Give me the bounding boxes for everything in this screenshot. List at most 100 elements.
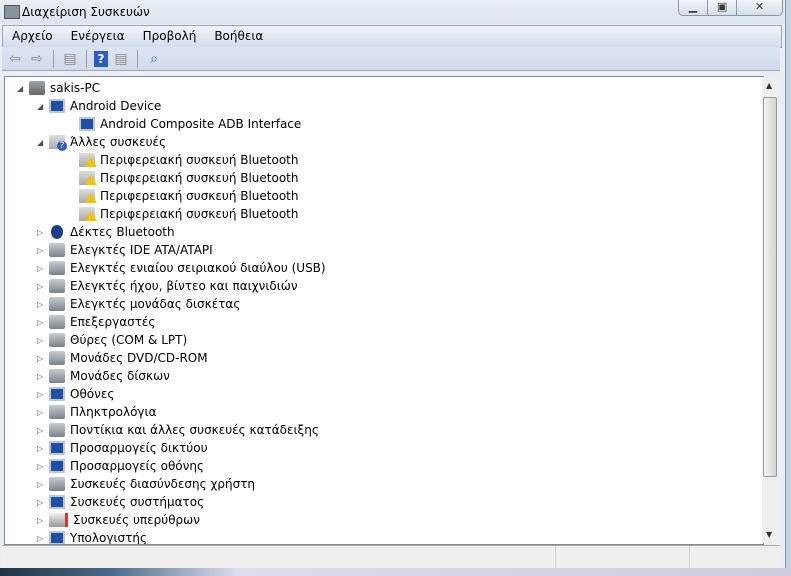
tree-item[interactable]: ▷ Ποντίκια και άλλες συσκευές κατάδειξης [37,421,319,439]
mon-device-icon [49,387,65,401]
forward-icon[interactable]: ⇨ [28,51,46,67]
expand-icon[interactable]: ▷ [37,300,45,309]
scrollbar-thumb[interactable] [763,97,777,477]
expand-icon[interactable]: ▷ [37,228,45,237]
expand-icon[interactable]: ▷ [37,408,45,417]
expand-icon[interactable]: ▷ [37,516,45,525]
vertical-scrollbar[interactable]: ▲ ▼ [762,77,779,543]
status-pane [556,546,690,568]
tree-item-label: Υπολογιστής [70,531,147,545]
tree-item-label: sakis-PC [50,81,101,95]
tree-item[interactable]: ▷ Μονάδες DVD/CD-ROM [37,349,208,367]
expand-icon[interactable]: ▷ [37,498,45,507]
expand-icon[interactable]: ▷ [37,318,45,327]
tree-item[interactable]: ▷ Συσκευές υπερύθρων [37,511,200,529]
collapse-icon[interactable]: ◢ [37,102,45,111]
tree-item-label: Ποντίκια και άλλες συσκευές κατάδειξης [70,423,319,437]
collapse-icon[interactable]: ◢ [17,84,25,93]
expand-icon[interactable]: ▷ [37,336,45,345]
mon-device-icon [49,441,65,455]
expand-icon[interactable]: ▷ [37,282,45,291]
tree-item-label: Θύρες (COM & LPT) [70,333,188,347]
expand-icon[interactable]: ▷ [37,390,45,399]
show-hide-console-tree-icon[interactable]: ▤ [61,51,79,67]
tree-item[interactable]: ▷ Ελεγκτές ενιαίου σειριακού διαύλου (USB… [37,259,326,277]
tree-item-label: Συσκευές υπερύθρων [73,513,200,527]
tree-item-label: Μονάδες DVD/CD-ROM [70,351,208,365]
maximize-button[interactable]: ▣ [708,0,738,15]
tree-item[interactable]: ▷ Επεξεργαστές [37,313,156,331]
warn-device-icon [79,171,97,185]
expand-icon[interactable]: ▷ [37,534,45,543]
tree-item[interactable]: ▷ Υπολογιστής [37,529,147,545]
tree-item[interactable]: Περιφερειακή συσκευή Bluetooth [79,169,299,187]
expand-icon[interactable]: ▷ [37,372,45,381]
tree-item[interactable]: ▷ Πληκτρολόγια [37,403,157,421]
tree-item-label: Προσαρμογείς δικτύου [70,441,208,455]
toolbar-separator [137,49,138,68]
tree-item-label: Επεξεργαστές [70,315,156,329]
scan-hardware-icon[interactable]: ⌕ [145,51,163,67]
tree-item[interactable]: ▷ Ελεγκτές ήχου, βίντεο και παιχνιδιών [37,277,298,295]
tree-item[interactable]: ▷ Ελεγκτές μονάδας δισκέτας [37,295,240,313]
q-device-icon [49,135,67,151]
expand-icon[interactable]: ▷ [37,354,45,363]
tree-item-label: Ελεγκτές ενιαίου σειριακού διαύλου (USB) [70,261,326,275]
gen-device-icon [49,333,65,347]
expand-icon[interactable]: ▷ [37,264,45,273]
tree-item[interactable]: ◢ sakis-PC [17,79,101,97]
tree-item[interactable]: Περιφερειακή συσκευή Bluetooth [79,151,299,169]
tree-item-label: Περιφερειακή συσκευή Bluetooth [100,171,299,185]
expand-icon[interactable]: ▷ [37,444,45,453]
expand-icon[interactable]: ▷ [37,426,45,435]
gen-device-icon [49,477,65,491]
scroll-down-icon[interactable]: ▼ [766,530,772,539]
gen-device-icon [49,261,65,275]
minimize-button[interactable]: ▁ [679,0,709,15]
device-manager-icon [4,5,20,19]
tree-item-label: Ελεγκτές ήχου, βίντεο και παιχνιδιών [70,279,298,293]
tree-item[interactable]: Περιφερειακή συσκευή Bluetooth [79,187,299,205]
menu-action[interactable]: Ενέργεια [62,26,134,47]
expand-icon[interactable]: ▷ [37,480,45,489]
menu-file[interactable]: Αρχείο [3,26,62,47]
tree-item[interactable]: Android Composite ADB Interface [79,115,301,133]
tree-item[interactable]: ◢ Android Device [37,97,161,115]
collapse-icon[interactable]: ◢ [37,138,45,147]
tree-item[interactable]: ▷ Προσαρμογείς οθόνης [37,457,204,475]
tree-item[interactable]: ▷ Μονάδες δίσκων [37,367,170,385]
menu-help[interactable]: Βοήθεια [205,26,272,47]
device-tree: ◢ sakis-PC ◢ Android Device Android Composit… [4,76,764,545]
mon-device-icon [49,459,65,473]
tree-item-label: Δέκτες Bluetooth [70,225,175,239]
expand-icon[interactable]: ▷ [37,246,45,255]
warn-device-icon [79,189,97,203]
help-icon[interactable]: ? [94,50,108,67]
status-bar [2,545,780,568]
warn-device-icon [79,153,97,167]
toolbar-separator [86,49,87,68]
tree-item-label: Περιφερειακή συσκευή Bluetooth [100,207,299,221]
mon-device-icon [49,99,65,113]
show-action-pane-icon[interactable]: ▤ [112,51,130,67]
device-manager-window: Διαχείριση Συσκευών ▁ ▣ ✕ Αρχείο Ενέργει… [0,0,786,570]
tree-item-label: Ελεγκτές IDE ATA/ATAPI [70,243,213,257]
tree-item[interactable]: ▷ Συσκευές συστήματος [37,493,204,511]
tree-item[interactable]: ▷ Συσκευές διασύνδεσης χρήστη [37,475,255,493]
tree-item[interactable]: ▷ Ελεγκτές IDE ATA/ATAPI [37,241,213,259]
bt-device-icon [51,225,63,239]
tree-item[interactable]: ▷ Θύρες (COM & LPT) [37,331,188,349]
scroll-up-icon[interactable]: ▲ [766,81,772,90]
tree-item[interactable]: ▷ Οθόνες [37,385,114,403]
menu-view[interactable]: Προβολή [134,26,206,47]
expand-icon[interactable]: ▷ [37,462,45,471]
gen-device-icon [49,297,65,311]
tree-item[interactable]: ▷ Δέκτες Bluetooth [37,223,175,241]
tree-item[interactable]: Περιφερειακή συσκευή Bluetooth [79,205,299,223]
close-button[interactable]: ✕ [737,0,782,15]
tree-item[interactable]: ▷ Προσαρμογείς δικτύου [37,439,208,457]
gen-device-icon [49,423,65,437]
back-icon[interactable]: ⇦ [6,51,24,67]
ir-device-icon [49,513,68,527]
tree-item[interactable]: ◢ Άλλες συσκευές [37,133,166,151]
